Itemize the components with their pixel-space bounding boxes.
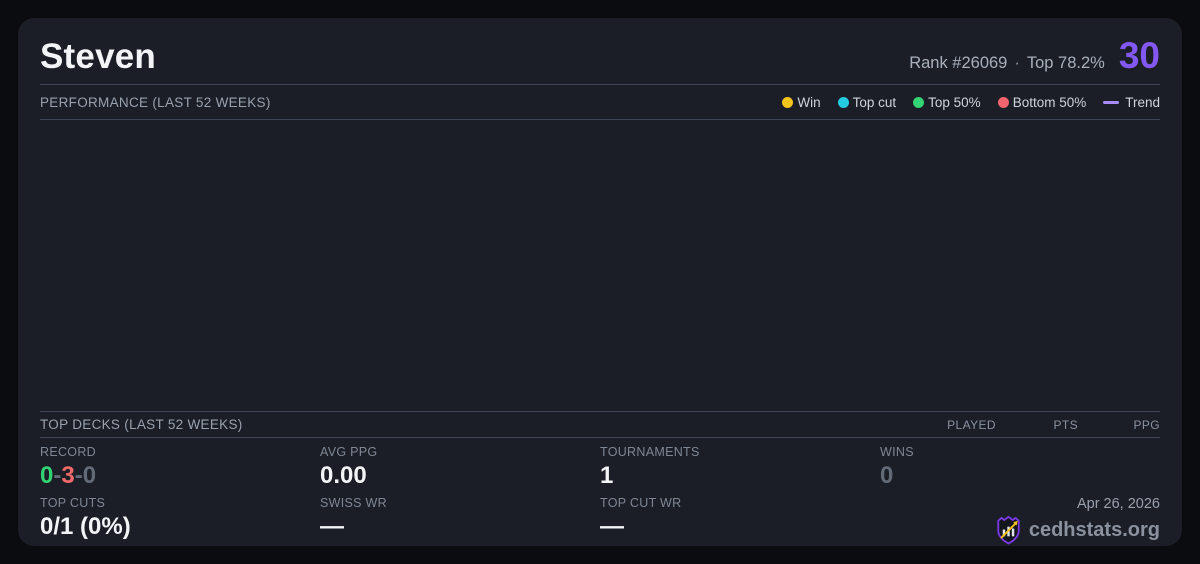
- stat-label: AVG PPG: [320, 445, 378, 459]
- trend-line-icon: [1103, 100, 1120, 104]
- legend-item-top-cut: Top cut: [837, 94, 897, 110]
- top-decks-header: TOP DECKS (LAST 52 WEEKS) PLAYED PTS PPG: [40, 412, 1160, 437]
- player-name: Steven: [40, 37, 156, 76]
- stat-wins: WINS 0: [880, 438, 1160, 489]
- wins-value: 0: [880, 462, 894, 489]
- stat-record: RECORD 0-3-0: [40, 438, 320, 489]
- legend-item-trend: Trend: [1103, 95, 1160, 110]
- player-stats-card: Steven Rank #26069 · Top 78.2% 30 PERFORMA…: [18, 18, 1182, 546]
- top-cut-wr-value: —: [600, 513, 624, 540]
- bottom-50-dot-icon: [997, 96, 1009, 108]
- rank-text: Rank #26069 · Top 78.2%: [909, 54, 1105, 73]
- rank-number: Rank #26069: [909, 54, 1008, 72]
- stat-label: SWISS WR: [320, 496, 387, 510]
- dot-separator: ·: [1014, 54, 1020, 72]
- brand-name: cedhstats.org: [1028, 518, 1160, 541]
- card-header: Steven Rank #26069 · Top 78.2% 30: [40, 35, 1160, 76]
- performance-chart: [40, 120, 1160, 411]
- stat-top-cuts: TOP CUTS 0/1 (0%): [40, 489, 320, 545]
- top-percent: Top 78.2%: [1026, 54, 1105, 72]
- stats-section: RECORD 0-3-0 AVG PPG 0.00 TOURNAMENTS 1 …: [40, 438, 1160, 545]
- legend-item-win: Win: [782, 94, 821, 110]
- record-draws: 0: [82, 462, 97, 489]
- record-wins: 0: [40, 462, 54, 489]
- record-separator: -: [74, 462, 83, 489]
- top-decks-title: TOP DECKS (LAST 52 WEEKS): [40, 417, 243, 432]
- chart-legend: Win Top cut Top 50% Bottom 50% Trend: [782, 95, 1160, 110]
- deck-column-headers: PLAYED PTS PPG: [914, 418, 1160, 432]
- legend-label: Bottom 50%: [1012, 94, 1087, 110]
- player-score: 30: [1118, 35, 1160, 76]
- tournaments-value: 1: [600, 462, 614, 489]
- top-cut-dot-icon: [837, 96, 849, 108]
- record-value: 0-3-0: [40, 462, 320, 489]
- legend-label: Trend: [1125, 94, 1160, 110]
- record-losses: 3: [61, 462, 75, 489]
- column-ppg: PPG: [1133, 417, 1160, 432]
- stat-label: TOP CUT WR: [600, 496, 682, 510]
- stats-row-2: TOP CUTS 0/1 (0%) SWISS WR — TOP CUT WR …: [40, 489, 1160, 545]
- stat-avg-ppg: AVG PPG 0.00: [320, 438, 600, 489]
- rank-summary: Rank #26069 · Top 78.2% 30: [909, 35, 1160, 76]
- stat-label: TOP CUTS: [40, 496, 106, 510]
- top-50-dot-icon: [913, 96, 925, 108]
- win-dot-icon: [782, 96, 794, 108]
- performance-header: PERFORMANCE (LAST 52 WEEKS) Win Top cut …: [40, 85, 1160, 119]
- stat-tournaments: TOURNAMENTS 1: [600, 438, 880, 489]
- legend-item-bottom-50: Bottom 50%: [997, 94, 1087, 110]
- stat-label: RECORD: [40, 445, 96, 459]
- column-pts: PTS: [1053, 417, 1078, 432]
- legend-item-top-50: Top 50%: [913, 95, 981, 110]
- stat-swiss-wr: SWISS WR —: [320, 489, 600, 545]
- swiss-wr-value: —: [320, 513, 344, 540]
- top-cuts-value: 0/1 (0%): [40, 513, 131, 540]
- stat-label: TOURNAMENTS: [600, 445, 700, 459]
- stat-top-cut-wr: TOP CUT WR —: [600, 489, 880, 545]
- generated-date: Apr 26, 2026: [1076, 496, 1160, 512]
- avg-ppg-value: 0.00: [320, 462, 367, 489]
- legend-label: Win: [797, 94, 821, 110]
- card-footer: Apr 26, 2026 cedhstats.org: [880, 489, 1160, 545]
- performance-title: PERFORMANCE (LAST 52 WEEKS): [40, 94, 271, 110]
- stats-row-1: RECORD 0-3-0 AVG PPG 0.00 TOURNAMENTS 1 …: [40, 438, 1160, 489]
- legend-label: Top 50%: [928, 94, 981, 110]
- legend-label: Top cut: [852, 94, 897, 110]
- brand: cedhstats.org: [880, 515, 1160, 545]
- stat-label: WINS: [880, 445, 914, 459]
- column-played: PLAYED: [947, 417, 996, 432]
- cedhstats-shield-logo-icon: [997, 515, 1020, 545]
